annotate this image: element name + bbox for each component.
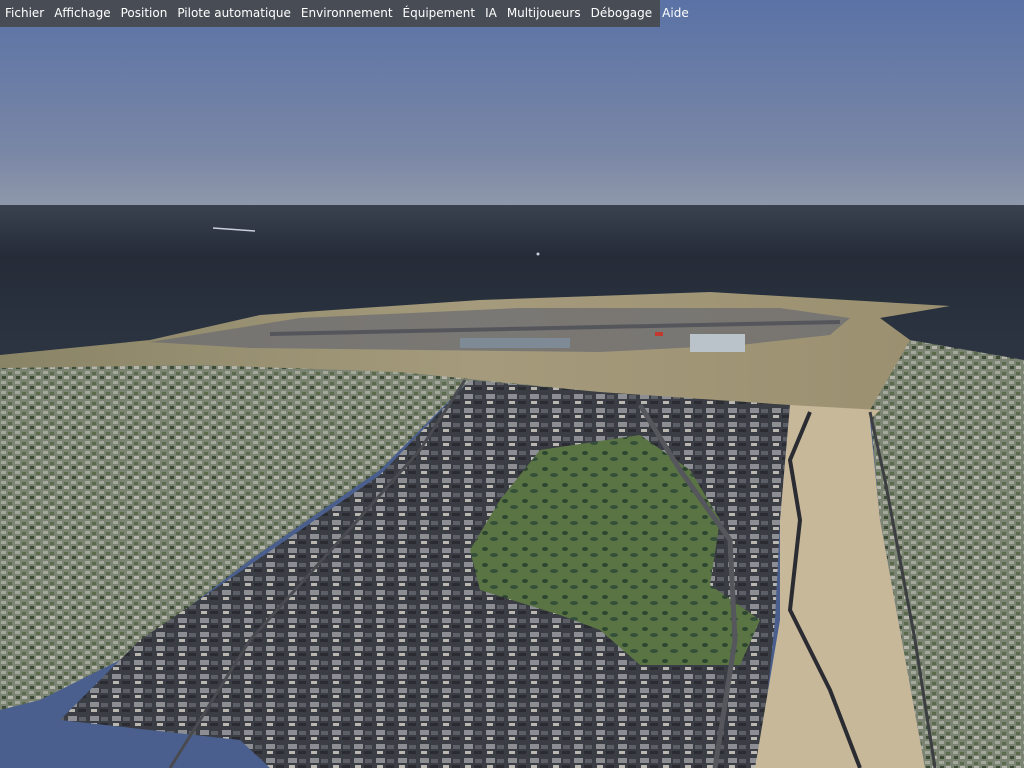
menu-affichage[interactable]: Affichage [54, 0, 110, 27]
menu-environnement[interactable]: Environnement [301, 0, 393, 27]
sky [0, 0, 1024, 205]
menu-equipement[interactable]: Équipement [403, 0, 476, 27]
menu-pilote-automatique[interactable]: Pilote automatique [177, 0, 291, 27]
menu-bar: Fichier Affichage Position Pilote automa… [0, 0, 689, 27]
menu-aide[interactable]: Aide [662, 0, 689, 27]
menu-multijoueurs[interactable]: Multijoueurs [507, 0, 581, 27]
menu-position[interactable]: Position [121, 0, 168, 27]
menu-ia[interactable]: IA [485, 0, 497, 27]
distant-boat [536, 252, 540, 256]
menu-debogage[interactable]: Débogage [591, 0, 653, 27]
menu-fichier[interactable]: Fichier [5, 0, 44, 27]
3d-scene-view[interactable] [0, 0, 1024, 768]
